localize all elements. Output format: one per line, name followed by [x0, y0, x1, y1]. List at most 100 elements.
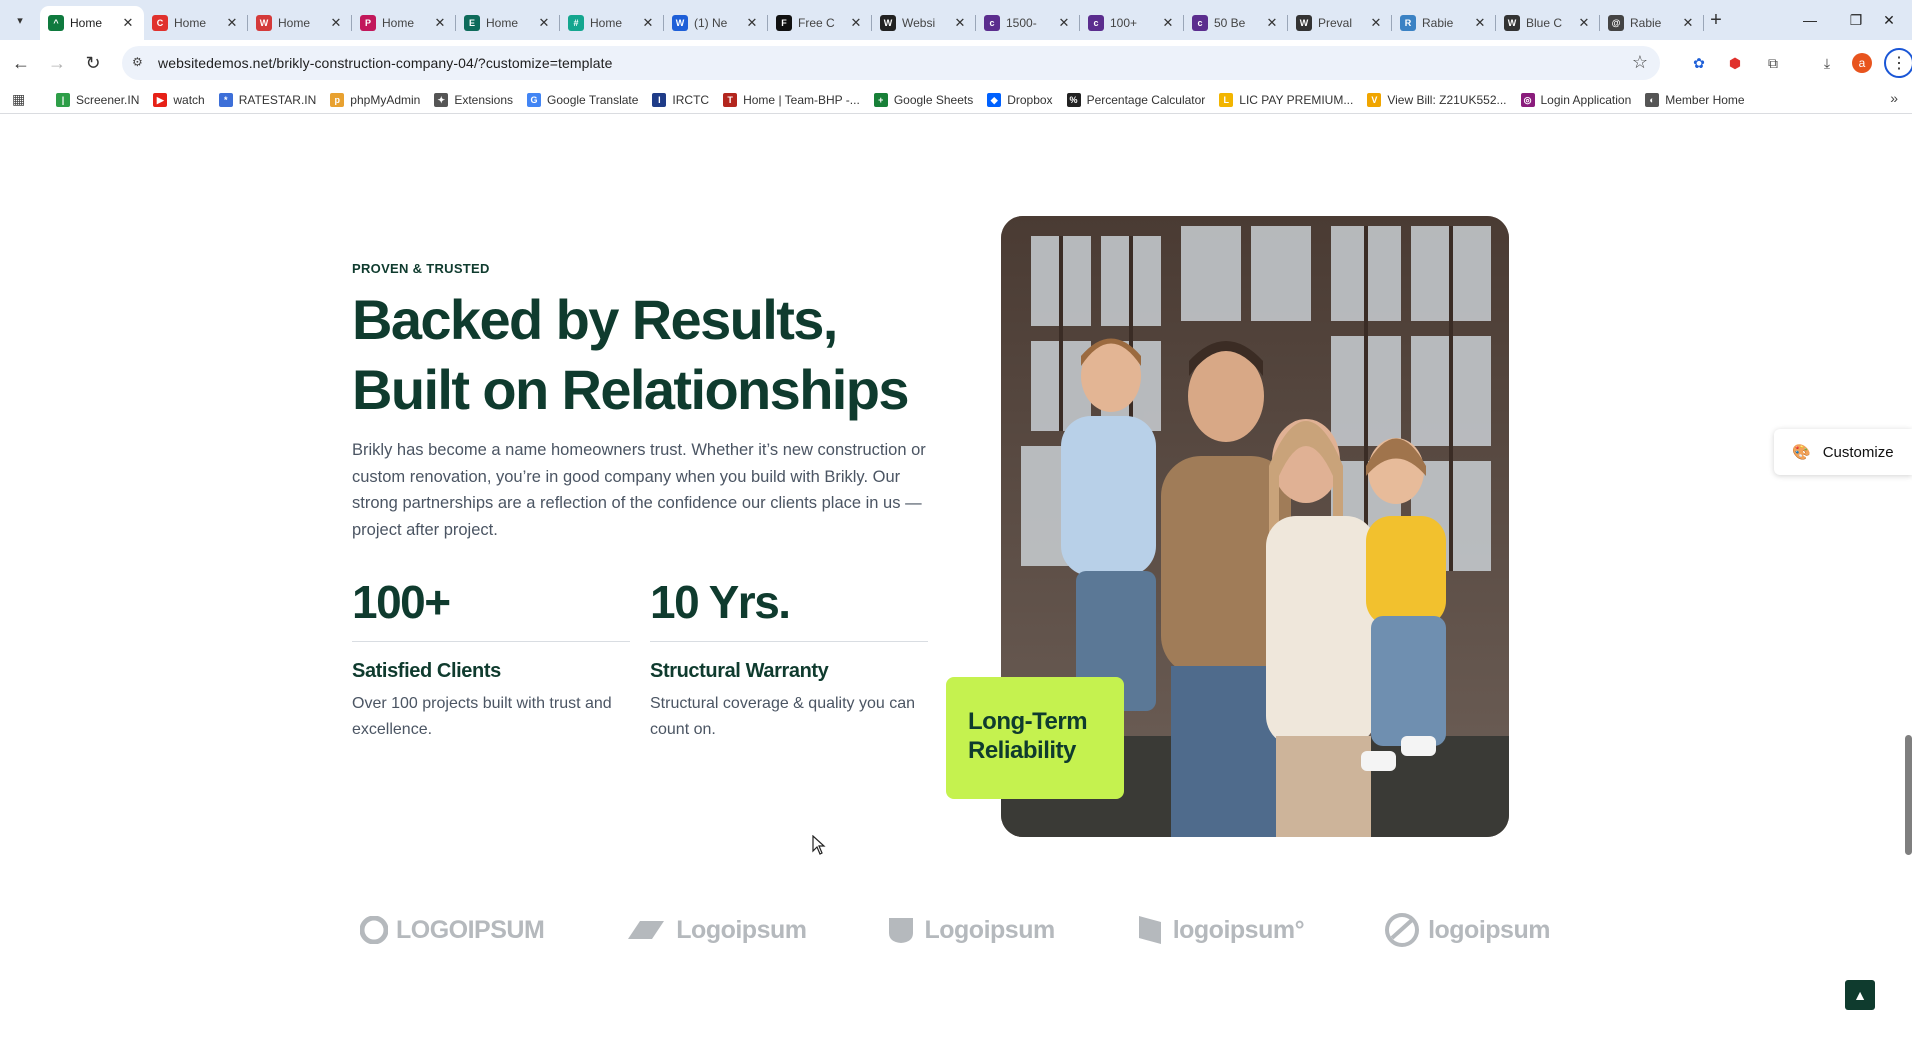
bookmark-label: Home | Team-BHP -... [743, 93, 860, 107]
reliability-badge: Long-Term Reliability [946, 677, 1124, 799]
bookmark-favicon-icon: V [1367, 93, 1382, 107]
browser-tab[interactable]: W Preval ✕ [1288, 6, 1392, 40]
tab-strip: ▾ ^ Home ✕ C Home ✕ W Home ✕ P Home ✕ E Home ✕ # Home ✕ W (… [0, 0, 1912, 40]
tab-title: 50 Be [1214, 16, 1246, 30]
tab-close-icon[interactable]: ✕ [432, 15, 448, 31]
browser-tab[interactable]: c 50 Be ✕ [1184, 6, 1288, 40]
browser-tab[interactable]: c 1500- ✕ [976, 6, 1080, 40]
tab-close-icon[interactable]: ✕ [1680, 15, 1696, 31]
browser-tab[interactable]: F Free C ✕ [768, 6, 872, 40]
profile-avatar[interactable]: a [1852, 53, 1872, 73]
reload-icon[interactable]: ↻ [80, 50, 106, 76]
bookmarks-bar: ▦ | Screener.IN ▶ watch * RATESTAR.IN p phpMyAd… [0, 86, 1912, 114]
forward-icon[interactable]: → [44, 50, 70, 76]
tab-title: Home [174, 16, 207, 30]
browser-menu-icon[interactable]: ⋮ [1884, 48, 1912, 78]
bookmark-favicon-icon: ◐ [1645, 93, 1660, 107]
bookmark-item[interactable]: ✦ Extensions [434, 90, 513, 110]
tab-favicon-icon: # [568, 15, 584, 31]
page-scrollbar[interactable] [1904, 115, 1912, 1040]
stat-description: Over 100 projects built with trust and e… [352, 695, 612, 738]
apps-grid-icon[interactable]: ▦ [12, 91, 25, 108]
stat-structural-warranty: 10 Yrs. Structural Warranty Structural c… [650, 575, 928, 743]
tab-favicon-icon: W [256, 15, 272, 31]
bookmark-star-icon[interactable]: ☆ [1632, 52, 1648, 73]
address-bar[interactable]: ⚙ websitedemos.net/brikly-construction-c… [122, 46, 1660, 80]
tab-close-icon[interactable]: ✕ [1160, 15, 1176, 31]
badge-line-2: Reliability [968, 737, 1076, 764]
stat-number: 100+ [352, 576, 451, 628]
browser-tab[interactable]: R Rabie ✕ [1392, 6, 1496, 40]
url-text[interactable]: websitedemos.net/brikly-construction-com… [158, 55, 613, 71]
bookmark-item[interactable]: V View Bill: Z21UK552... [1367, 90, 1507, 110]
browser-tab[interactable]: C Home ✕ [144, 6, 248, 40]
tab-close-icon[interactable]: ✕ [952, 15, 968, 31]
browser-tab[interactable]: W Blue C ✕ [1496, 6, 1600, 40]
bookmark-item[interactable]: ▶ watch [153, 90, 205, 110]
tab-favicon-icon: C [152, 15, 168, 31]
bookmark-item[interactable]: + Google Sheets [873, 90, 974, 110]
close-window-icon[interactable]: ✕ [1866, 6, 1912, 34]
new-tab-button[interactable]: + [1704, 9, 1728, 33]
browser-tab[interactable]: # Home ✕ [560, 6, 664, 40]
browser-tab[interactable]: W Websi ✕ [872, 6, 976, 40]
stat-label: Satisfied Clients [352, 660, 501, 682]
bookmark-item[interactable]: | Screener.IN [56, 90, 139, 110]
browser-tab[interactable]: ^ Home ✕ [40, 6, 144, 40]
browser-tab[interactable]: W Home ✕ [248, 6, 352, 40]
scrollbar-thumb[interactable] [1905, 735, 1912, 855]
bookmark-favicon-icon: p [330, 93, 345, 107]
browser-tab[interactable]: W (1) Ne ✕ [664, 6, 768, 40]
logo-text: logoipsum° [1172, 915, 1305, 944]
tab-close-icon[interactable]: ✕ [1576, 15, 1592, 31]
download-icon[interactable]: ⤓ [1816, 52, 1838, 74]
bookmark-item[interactable]: ◎ Login Application [1520, 90, 1631, 110]
tab-search-icon[interactable]: ▾ [8, 8, 32, 32]
stat-divider [352, 641, 630, 642]
extension-icon-1[interactable]: ✿ [1688, 52, 1710, 74]
scroll-to-top-button[interactable]: ▲ [1845, 980, 1875, 1010]
bookmark-item[interactable]: p phpMyAdmin [330, 90, 420, 110]
back-icon[interactable]: ← [8, 50, 34, 76]
tab-close-icon[interactable]: ✕ [1264, 15, 1280, 31]
tab-close-icon[interactable]: ✕ [1056, 15, 1072, 31]
minimize-icon[interactable]: — [1787, 6, 1833, 34]
tab-close-icon[interactable]: ✕ [744, 15, 760, 31]
tab-title: Home [486, 16, 519, 30]
browser-tab[interactable]: E Home ✕ [456, 6, 560, 40]
tab-close-icon[interactable]: ✕ [328, 15, 344, 31]
browser-tab[interactable]: @ Rabie ✕ [1600, 6, 1704, 40]
extensions-puzzle-icon[interactable]: ⧉ [1762, 52, 1784, 74]
bookmark-label: watch [173, 93, 205, 107]
tab-close-icon[interactable]: ✕ [120, 15, 136, 31]
tab-close-icon[interactable]: ✕ [640, 15, 656, 31]
bookmark-label: Extensions [454, 93, 514, 107]
bookmark-item[interactable]: L LIC PAY PREMIUM... [1219, 90, 1353, 110]
bookmark-item[interactable]: % Percentage Calculator [1066, 90, 1205, 110]
site-info-icon[interactable]: ⚙ [132, 55, 148, 71]
palette-icon: 🎨 [1792, 444, 1811, 461]
extension-icon-2[interactable]: ⬢ [1724, 52, 1746, 74]
bookmark-item[interactable]: T Home | Team-BHP -... [723, 90, 860, 110]
tab-close-icon[interactable]: ✕ [1368, 15, 1384, 31]
bookmark-label: Google Translate [547, 93, 639, 107]
bookmark-label: Google Sheets [893, 93, 974, 107]
bookmark-item[interactable]: ◆ Dropbox [987, 90, 1053, 110]
chevron-up-icon: ▲ [1853, 987, 1867, 1003]
tab-close-icon[interactable]: ✕ [848, 15, 864, 31]
tab-close-icon[interactable]: ✕ [536, 15, 552, 31]
tab-close-icon[interactable]: ✕ [1472, 15, 1488, 31]
bookmark-item[interactable]: I IRCTC [652, 90, 709, 110]
bookmark-item[interactable]: G Google Translate [527, 90, 638, 110]
browser-tab[interactable]: P Home ✕ [352, 6, 456, 40]
bookmark-favicon-icon: ✦ [434, 93, 449, 107]
bookmarks-overflow-icon[interactable]: » [1890, 90, 1898, 106]
customize-button[interactable]: 🎨 Customize [1774, 429, 1912, 475]
bookmark-item[interactable]: ◐ Member Home [1645, 90, 1745, 110]
stat-satisfied-clients: 100+ Satisfied Clients Over 100 projects… [352, 575, 630, 743]
tab-title: Home [382, 16, 415, 30]
tab-close-icon[interactable]: ✕ [224, 15, 240, 31]
bookmark-item[interactable]: * RATESTAR.IN [218, 90, 316, 110]
bookmark-label: Dropbox [1007, 93, 1053, 107]
browser-tab[interactable]: c 100+ ✕ [1080, 6, 1184, 40]
